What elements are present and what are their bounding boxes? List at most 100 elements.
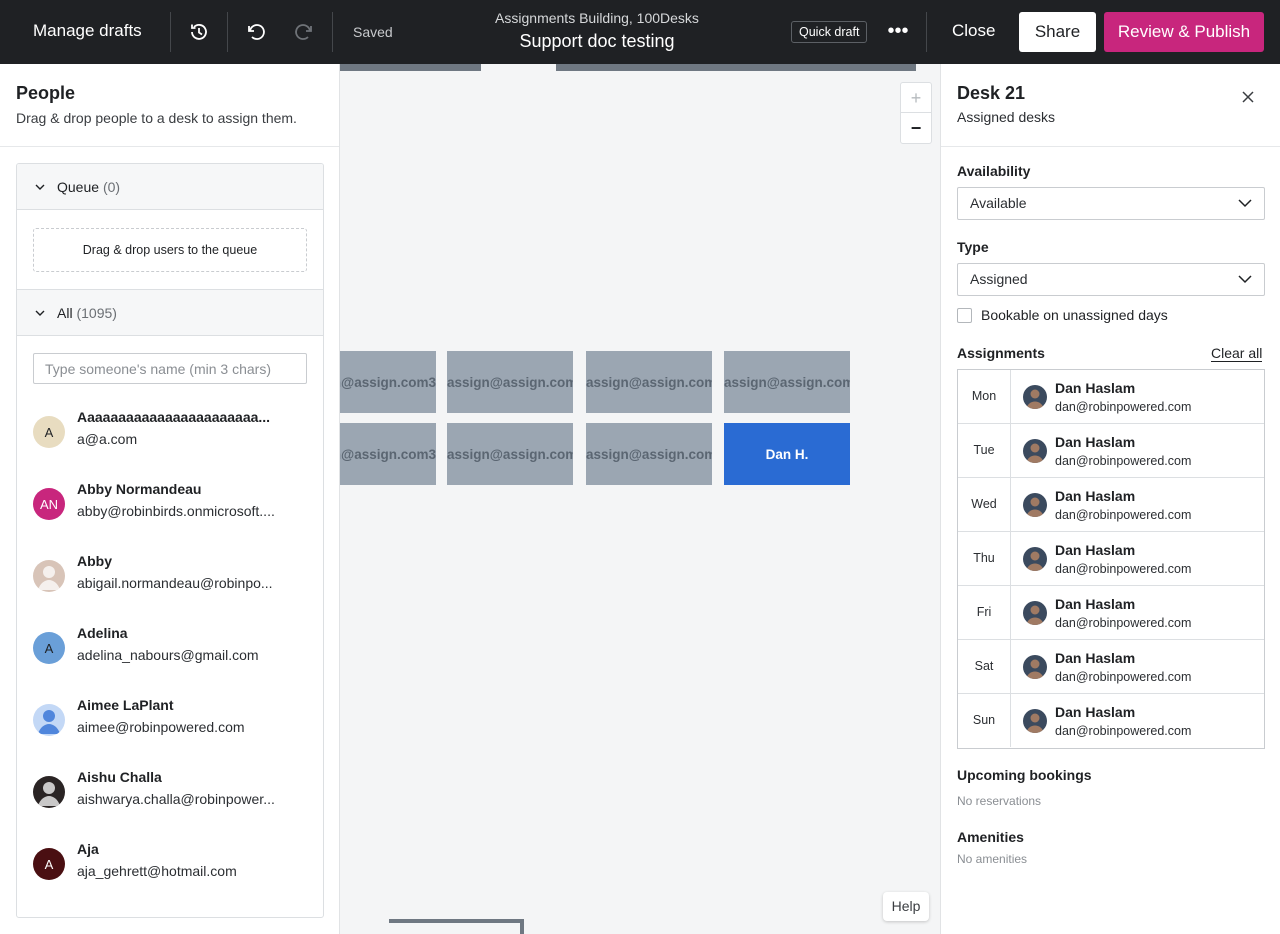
avatar-initials: AN: [39, 496, 59, 512]
desk[interactable]: assign@assign.com3: [447, 351, 573, 413]
divider: [941, 146, 1280, 147]
divider: [0, 146, 339, 147]
queue-section-header[interactable]: Queue (0): [17, 164, 323, 210]
person-name: Aaaaaaaaaaaaaaaaaaaaaaa...: [77, 409, 271, 425]
assignment-row[interactable]: Mon Dan Haslam dan@robinpowered.com: [958, 370, 1264, 424]
desk-label: assign@assign.com3: [586, 446, 712, 462]
all-label: All: [57, 305, 73, 321]
desk-title: Desk 21: [957, 83, 1026, 103]
person-list-item[interactable]: A Aja aja_gehrett@hotmail.com: [17, 831, 323, 903]
review-publish-button[interactable]: Review & Publish: [1104, 12, 1264, 52]
desk-subtitle: Assigned desks: [957, 109, 1056, 125]
type-value: Assigned: [970, 271, 1028, 287]
avatar: [1023, 439, 1047, 463]
wall: [520, 919, 524, 934]
person-email: aishwarya.challa@robinpower...: [77, 791, 275, 807]
all-count: (1095): [76, 305, 117, 321]
person-email: adelina_nabours@gmail.com: [77, 647, 259, 663]
desk-label: Dan H.: [765, 446, 809, 462]
divider: [170, 12, 171, 52]
redo-icon[interactable]: [292, 20, 316, 44]
draft-title-block: Assignments Building, 100Desks Support d…: [470, 10, 724, 52]
assignment-day: Mon: [958, 370, 1011, 423]
person-list-item[interactable]: A Aaaaaaaaaaaaaaaaaaaaaaa... a@a.com: [17, 399, 323, 471]
queue-dropzone[interactable]: Drag & drop users to the queue: [33, 228, 307, 272]
availability-select[interactable]: Available: [957, 187, 1265, 220]
desk[interactable]: assign@assign.com3: [586, 423, 712, 485]
avatar: [33, 560, 65, 592]
floor-map[interactable]: n@assign.com3 assign@assign.com3 assign@as…: [340, 64, 940, 934]
avatar: [1023, 601, 1047, 625]
assignment-row[interactable]: Sun Dan Haslam dan@robinpowered.com: [958, 694, 1264, 748]
more-options-icon[interactable]: •••: [887, 20, 909, 44]
desk-label: assign@assign.com3: [586, 374, 712, 390]
assignment-row[interactable]: Thu Dan Haslam dan@robinpowered.com: [958, 532, 1264, 586]
close-icon[interactable]: [1239, 88, 1257, 106]
assignee-email: dan@robinpowered.com: [1055, 400, 1192, 414]
assignment-row[interactable]: Wed Dan Haslam dan@robinpowered.com: [958, 478, 1264, 532]
clear-all-link[interactable]: Clear all: [1211, 346, 1263, 362]
assignments-table: Mon Dan Haslam dan@robinpowered.com Tue Dan …: [957, 369, 1265, 749]
avatar: [1023, 385, 1047, 409]
assignments-label: Assignments: [957, 345, 1045, 361]
desk-label: n@assign.com3: [340, 446, 436, 462]
assignment-day: Tue: [958, 424, 1011, 477]
person-name: Aja: [77, 841, 99, 857]
person-list-item[interactable]: Abby abigail.normandeau@robinpo...: [17, 543, 323, 615]
assignee-name: Dan Haslam: [1055, 704, 1136, 720]
desk[interactable]: n@assign.com3: [340, 351, 436, 413]
person-name: Abby Normandeau: [77, 481, 202, 497]
avatar-initials: A: [44, 424, 54, 440]
desk-21-selected[interactable]: Dan H.: [724, 423, 850, 485]
assignment-row[interactable]: Sat Dan Haslam dan@robinpowered.com: [958, 640, 1264, 694]
avatar: [1023, 655, 1047, 679]
wall: [556, 64, 916, 71]
zoom-controls: + −: [900, 82, 932, 144]
assignment-row[interactable]: Fri Dan Haslam dan@robinpowered.com: [958, 586, 1264, 640]
person-email: aja_gehrett@hotmail.com: [77, 863, 237, 879]
draft-title: Support doc testing: [519, 31, 675, 51]
amenities-empty: No amenities: [957, 852, 1028, 866]
assignee-name: Dan Haslam: [1055, 434, 1136, 450]
desk[interactable]: assign@assign.com3: [724, 351, 850, 413]
person-list-item[interactable]: A Adelina adelina_nabours@gmail.com: [17, 615, 323, 687]
manage-drafts-button[interactable]: Manage drafts: [33, 21, 142, 41]
close-button[interactable]: Close: [952, 21, 995, 41]
assignment-row[interactable]: Tue Dan Haslam dan@robinpowered.com: [958, 424, 1264, 478]
assignee-email: dan@robinpowered.com: [1055, 724, 1192, 738]
person-list-item[interactable]: Aishu Challa aishwarya.challa@robinpower.…: [17, 759, 323, 831]
person-list-item[interactable]: AN Abby Normandeau abby@robinbirds.onmicro…: [17, 471, 323, 543]
desk[interactable]: n@assign.com3: [340, 423, 436, 485]
all-section-header[interactable]: All (1095): [17, 289, 323, 336]
assignee-email: dan@robinpowered.com: [1055, 562, 1192, 576]
desk[interactable]: assign@assign.com3: [447, 423, 573, 485]
history-icon[interactable]: [187, 20, 211, 44]
undo-icon[interactable]: [244, 20, 268, 44]
desk-details-panel: Desk 21 Assigned desks Availability Avai…: [940, 64, 1280, 934]
person-list-item[interactable]: Aimee LaPlant aimee@robinpowered.com: [17, 687, 323, 759]
people-subtitle: Drag & drop people to a desk to assign t…: [16, 110, 297, 126]
zoom-out-button[interactable]: −: [901, 113, 931, 143]
bookable-checkbox[interactable]: [957, 308, 972, 323]
zoom-in-button[interactable]: +: [901, 83, 931, 113]
assignment-day: Wed: [958, 478, 1011, 531]
availability-label: Availability: [957, 163, 1031, 179]
desk-label: assign@assign.com3: [447, 374, 573, 390]
desk[interactable]: assign@assign.com3: [586, 351, 712, 413]
top-bar: Manage drafts Saved Assignments Building…: [0, 0, 1280, 64]
avatar-initials: A: [44, 856, 54, 872]
person-email: abigail.normandeau@robinpo...: [77, 575, 273, 591]
assignee-email: dan@robinpowered.com: [1055, 454, 1192, 468]
person-email: abby@robinbirds.onmicrosoft....: [77, 503, 275, 519]
wall: [340, 64, 481, 71]
queue-count: (0): [102, 179, 121, 195]
share-button[interactable]: Share: [1019, 12, 1096, 52]
person-email: a@a.com: [77, 431, 138, 447]
desk-label: n@assign.com3: [340, 374, 436, 390]
people-search-input[interactable]: [33, 353, 307, 384]
divider: [332, 12, 333, 52]
help-button[interactable]: Help: [883, 892, 929, 921]
type-select[interactable]: Assigned: [957, 263, 1265, 296]
assignee-name: Dan Haslam: [1055, 650, 1136, 666]
divider: [926, 12, 927, 52]
